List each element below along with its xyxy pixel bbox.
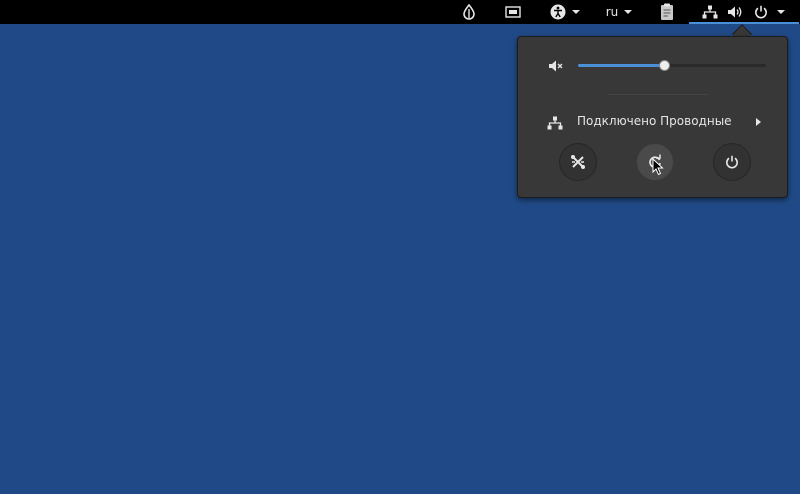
volume-muted-icon [548,58,564,77]
network-wired-icon [547,115,563,134]
clipboard-icon[interactable] [656,0,678,24]
chevron-down-icon [775,0,787,24]
top-bar: ru [0,0,800,24]
network-status-label: Подключено Проводные [577,114,732,128]
separator [608,94,708,95]
volume-slider-handle[interactable] [659,60,671,71]
chevron-down-icon [624,10,633,14]
drop-icon[interactable] [458,0,480,24]
power-icon [752,0,770,24]
network-row[interactable]: Подключено Проводные [518,110,787,134]
volume-icon [726,0,744,24]
settings-button[interactable] [559,143,597,181]
settings-icon [571,155,585,169]
network-wired-icon [701,0,719,24]
accessibility-icon [550,4,566,20]
chevron-right-icon [756,118,761,126]
display-icon[interactable] [502,0,524,24]
chevron-down-icon [572,10,580,14]
mouse-cursor-icon [652,158,664,176]
volume-slider[interactable] [578,60,766,71]
accessibility-menu[interactable] [546,0,584,24]
keyboard-layout[interactable]: ru [603,0,635,24]
volume-slider-fill [578,64,665,67]
power-off-button[interactable] [713,143,751,181]
volume-row [518,55,787,75]
system-menu[interactable] [689,0,799,24]
power-icon [726,155,738,169]
language-label: ru [605,5,619,19]
